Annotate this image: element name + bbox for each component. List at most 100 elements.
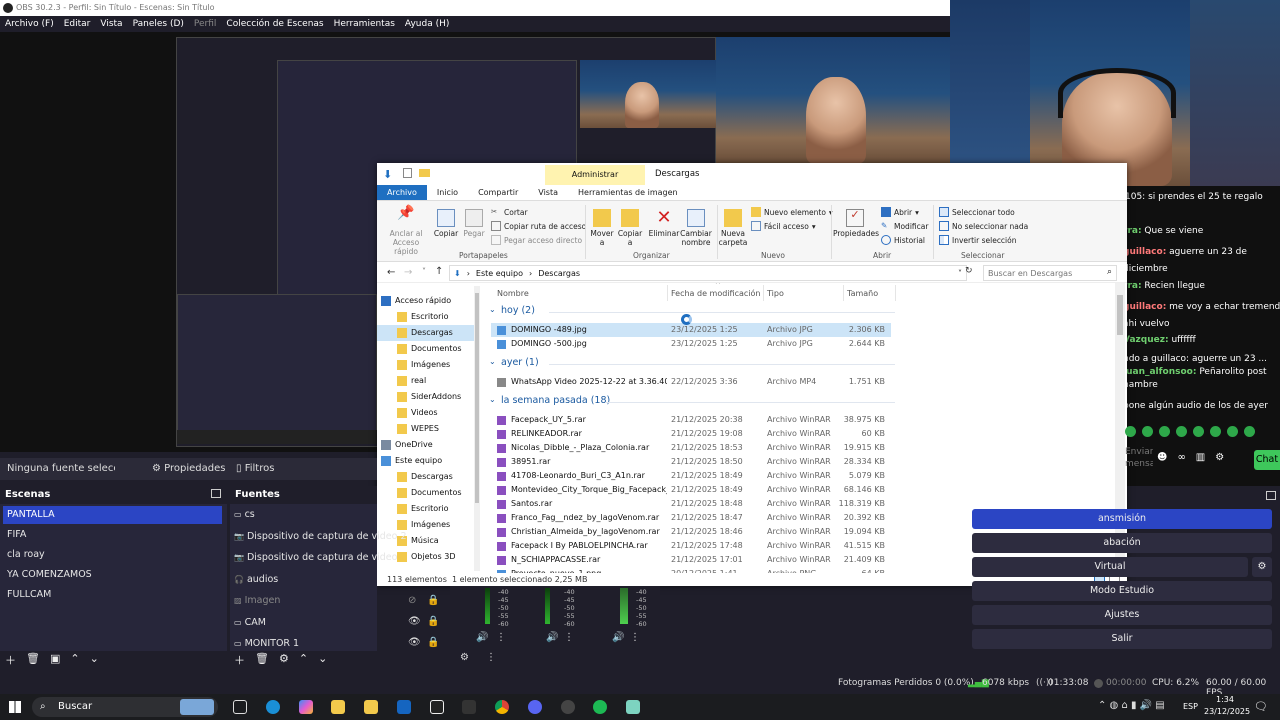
file-row[interactable]: Christian_Almeida_by_lagoVenom.rar 21/12/…: [491, 525, 891, 539]
manage-tab[interactable]: Administrar: [545, 165, 645, 185]
menu-dots-icon[interactable]: ⋮: [496, 632, 506, 643]
undock-icon[interactable]: [211, 489, 221, 498]
lock-icon[interactable]: 🔒: [427, 616, 439, 627]
search-box[interactable]: ⌕: [983, 265, 1117, 281]
group-collapse-icon[interactable]: ⌄: [489, 395, 496, 404]
file-row[interactable]: DOMINGO -500.jpg 23/12/2025 1:25 Archivo J…: [491, 337, 891, 351]
menu-item-2[interactable]: Vista: [100, 16, 122, 32]
scene-item[interactable]: YA COMENZAMOS: [3, 566, 222, 584]
notification-icon[interactable]: 🗨: [1254, 700, 1268, 713]
source-item[interactable]: ▨ Imagen: [234, 592, 280, 610]
emote-icon[interactable]: [1159, 426, 1170, 437]
chat-input[interactable]: Enviar mensaje: [1125, 446, 1153, 476]
store-icon[interactable]: [364, 700, 378, 714]
emote-icon[interactable]: [1176, 426, 1187, 437]
emote-icon[interactable]: [1210, 426, 1221, 437]
search-input[interactable]: [984, 266, 1096, 280]
rename-button[interactable]: Cambiar nombre: [679, 209, 713, 247]
chrome-icon[interactable]: [495, 700, 509, 714]
task-view-icon[interactable]: [233, 700, 247, 714]
new-item-button[interactable]: Nuevo elemento▾: [751, 207, 833, 217]
eye-icon[interactable]: 👁: [408, 616, 421, 627]
file-row[interactable]: Montevideo_City_Torque_Big_Facepack_... 2…: [491, 483, 891, 497]
menu-item-3[interactable]: Paneles (D): [133, 16, 184, 32]
language-indicator[interactable]: ESP: [1183, 702, 1198, 711]
copy-button[interactable]: Copiar: [433, 209, 459, 238]
edit-button[interactable]: ✎ Modificar: [881, 221, 928, 231]
file-explorer-icon[interactable]: [331, 700, 345, 714]
column-size[interactable]: Tamaño: [847, 289, 878, 298]
infinity-icon[interactable]: ∞: [1177, 452, 1185, 468]
source-settings-icon[interactable]: ⚙: [279, 652, 289, 668]
clock-date[interactable]: 23/12/2025: [1204, 707, 1250, 716]
mixer-menu-icon[interactable]: ⋮: [486, 652, 496, 663]
nav-item[interactable]: Este equipo: [377, 453, 474, 469]
move-to-button[interactable]: Mover a: [589, 209, 615, 247]
emote-icon[interactable]: [1125, 426, 1136, 437]
discord-icon[interactable]: [528, 700, 542, 714]
scene-item[interactable]: FULLCAM: [3, 586, 222, 604]
emote-icon[interactable]: [1193, 426, 1204, 437]
file-row[interactable]: Santos.rar 21/12/2025 18:48 Archivo WinRAR…: [491, 497, 891, 511]
nav-item[interactable]: Documentos: [377, 485, 474, 501]
ribbon-tab-0[interactable]: Archivo: [377, 185, 427, 200]
move-up-icon[interactable]: ⌃: [299, 652, 308, 668]
source-item[interactable]: ▭ cs: [234, 506, 255, 524]
spotify-icon[interactable]: [593, 700, 607, 714]
delete-button[interactable]: ✕ Eliminar: [647, 209, 681, 239]
outlook-icon[interactable]: [397, 700, 411, 714]
refresh-icon[interactable]: ↻: [965, 266, 973, 276]
nav-scrollbar-thumb[interactable]: [475, 293, 479, 503]
emote-icon[interactable]: [1227, 426, 1238, 437]
properties-button[interactable]: ✓ Propiedades: [833, 209, 879, 238]
back-arrow-icon[interactable]: ←: [387, 267, 395, 278]
invert-selection-button[interactable]: Invertir selección: [939, 235, 1017, 245]
emote-icon[interactable]: [1142, 426, 1153, 437]
virtual-camera-settings-button[interactable]: ⚙: [1252, 557, 1272, 577]
volume-icon[interactable]: 🔊: [546, 632, 558, 643]
file-row[interactable]: RELINKEADOR.rar 21/12/2025 19:08 Archivo W…: [491, 427, 891, 441]
menu-item-5[interactable]: Colección de Escenas: [226, 16, 323, 32]
nav-item[interactable]: Escritorio: [377, 309, 474, 325]
breadcrumb-downloads[interactable]: Descargas: [538, 269, 580, 278]
open-button[interactable]: Abrir ▾: [881, 207, 919, 217]
nav-item[interactable]: Descargas: [377, 325, 474, 341]
select-all-button[interactable]: Seleccionar todo: [939, 207, 1015, 217]
paste-shortcut-button[interactable]: Pegar acceso directo: [491, 235, 582, 245]
up-arrow-icon[interactable]: ↑: [435, 266, 443, 277]
file-row[interactable]: 38951.rar 21/12/2025 18:50 Archivo WinRAR 2…: [491, 455, 891, 469]
volume-icon[interactable]: 🔊: [476, 632, 488, 643]
menu-dots-icon[interactable]: ⋮: [564, 632, 574, 643]
properties-button[interactable]: ⚙ Propiedades: [152, 458, 225, 480]
menu-item-1[interactable]: Editar: [64, 16, 91, 32]
source-item[interactable]: 📷 Dispositivo de captura de video: [234, 549, 397, 567]
scene-filters-icon[interactable]: ▣: [50, 652, 60, 668]
ribbon-tab-4[interactable]: Herramientas de imagen: [568, 185, 688, 200]
windows-start-icon[interactable]: [9, 701, 21, 713]
scene-item[interactable]: PANTALLA: [3, 506, 222, 524]
epic-launcher-icon[interactable]: [462, 700, 476, 714]
source-item[interactable]: 📷 Dispositivo de captura de video 2: [234, 528, 407, 546]
edge-icon[interactable]: [266, 700, 280, 714]
nav-item[interactable]: Acceso rápido: [377, 293, 474, 309]
column-type[interactable]: Tipo: [767, 289, 784, 298]
exit-button[interactable]: Salir: [972, 629, 1272, 649]
cut-button[interactable]: ✂ Cortar: [491, 207, 528, 217]
ribbon-tab-1[interactable]: Inicio: [427, 185, 468, 200]
ribbon-tab-2[interactable]: Compartir: [468, 185, 528, 200]
nav-item[interactable]: Documentos: [377, 341, 474, 357]
clock-time[interactable]: 1:34: [1216, 695, 1234, 704]
nav-item[interactable]: Descargas: [377, 469, 474, 485]
source-item[interactable]: 🎧 audios: [234, 571, 278, 589]
eye-icon[interactable]: 👁: [408, 637, 421, 648]
settings-icon[interactable]: ⚙: [1215, 452, 1224, 468]
nav-item[interactable]: WEPES: [377, 421, 474, 437]
forward-arrow-icon[interactable]: →: [404, 267, 412, 278]
copy-to-button[interactable]: Copiar a: [617, 209, 643, 247]
chat-username[interactable]: guillaco:: [1123, 302, 1166, 312]
file-row[interactable]: Nicolas_Dibble_-_Plaza_Colonia.rar 21/12/…: [491, 441, 891, 455]
filters-button[interactable]: ▯ Filtros: [236, 458, 274, 480]
system-tray-icons[interactable]: ⌃ ◍ ⌂ ▮ 🔊 ▤: [1098, 700, 1165, 711]
file-row[interactable]: DOMINGO -489.jpg 23/12/2025 1:25 Archivo J…: [491, 323, 891, 337]
move-down-icon[interactable]: ⌄: [90, 652, 99, 668]
